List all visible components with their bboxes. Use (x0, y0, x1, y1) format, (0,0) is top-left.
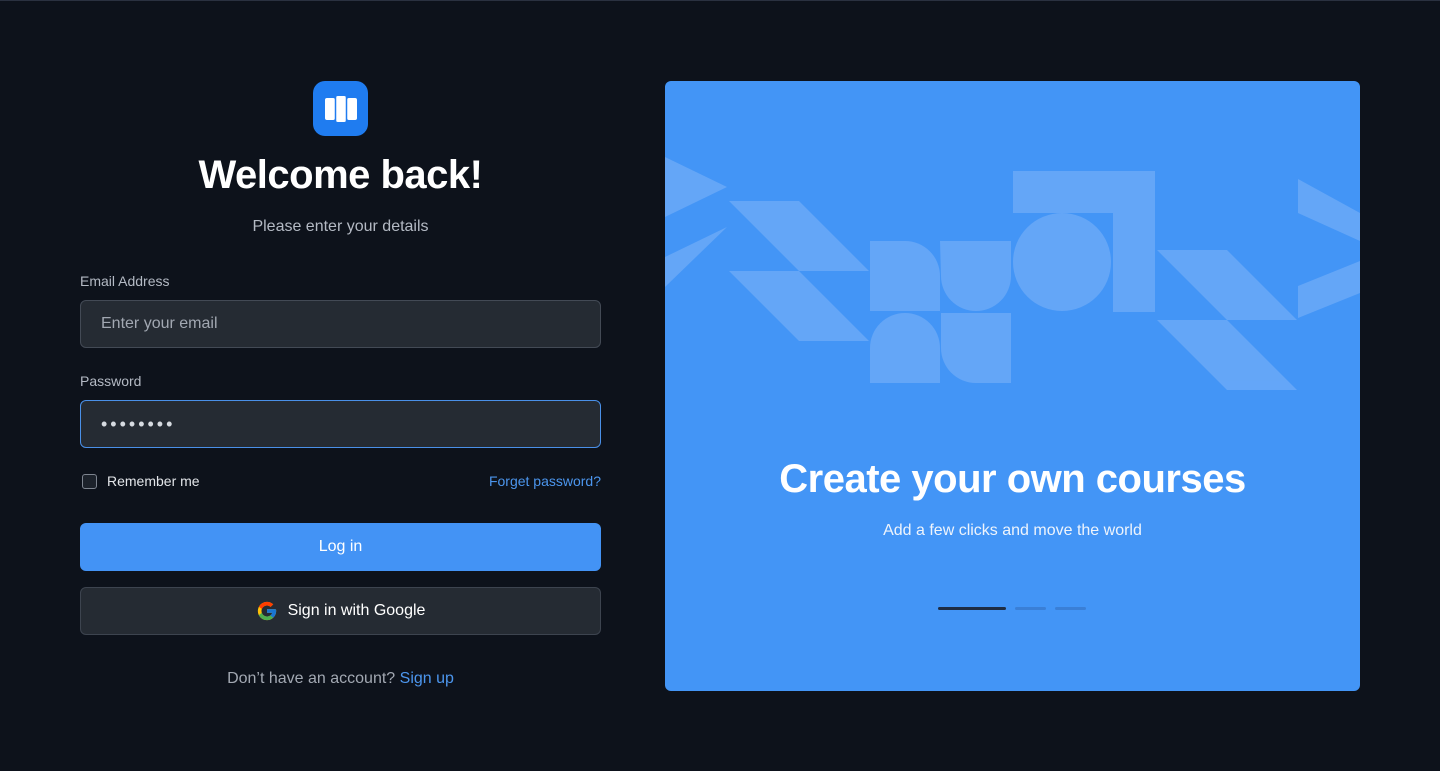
page-subtitle: Please enter your details (252, 218, 429, 235)
login-button[interactable]: Log in (80, 523, 601, 571)
carousel-dot-1[interactable] (938, 607, 1006, 610)
google-signin-button[interactable]: Sign in with Google (80, 587, 601, 635)
carousel-dot-2[interactable] (1015, 607, 1046, 610)
book-logo-icon (313, 81, 368, 136)
page-title: Welcome back! (198, 153, 484, 197)
remember-me[interactable]: Remember me (82, 473, 200, 489)
carousel-dot-3[interactable] (1055, 607, 1086, 610)
password-value: •••••••• (101, 413, 176, 434)
remember-label: Remember me (107, 473, 200, 489)
google-button-label: Sign in with Google (287, 602, 426, 619)
signup-prompt: Don’t have an account? (227, 670, 396, 687)
promo-subtitle: Add a few clicks and move the world (883, 522, 1142, 539)
remember-checkbox[interactable] (82, 473, 97, 489)
login-button-label: Log in (318, 538, 363, 555)
password-label: Password (80, 373, 142, 389)
signup-link[interactable]: Sign up (400, 670, 454, 687)
email-label: Email Address (80, 273, 170, 289)
signup-row: Don’t have an account? Sign up (80, 670, 601, 688)
promo-title: Create your own courses (779, 457, 1246, 501)
email-field[interactable]: Enter your email (80, 300, 601, 348)
forgot-password-link[interactable]: Forget password? (489, 473, 601, 489)
geometric-pattern (665, 157, 1360, 390)
password-field[interactable]: •••••••• (80, 400, 601, 448)
email-placeholder: Enter your email (101, 315, 218, 332)
promo-panel: Create your own courses Add a few clicks… (665, 81, 1360, 691)
login-page: Welcome back! Please enter your details … (0, 0, 1440, 771)
carousel-indicators (938, 607, 1086, 610)
google-icon (256, 600, 278, 622)
